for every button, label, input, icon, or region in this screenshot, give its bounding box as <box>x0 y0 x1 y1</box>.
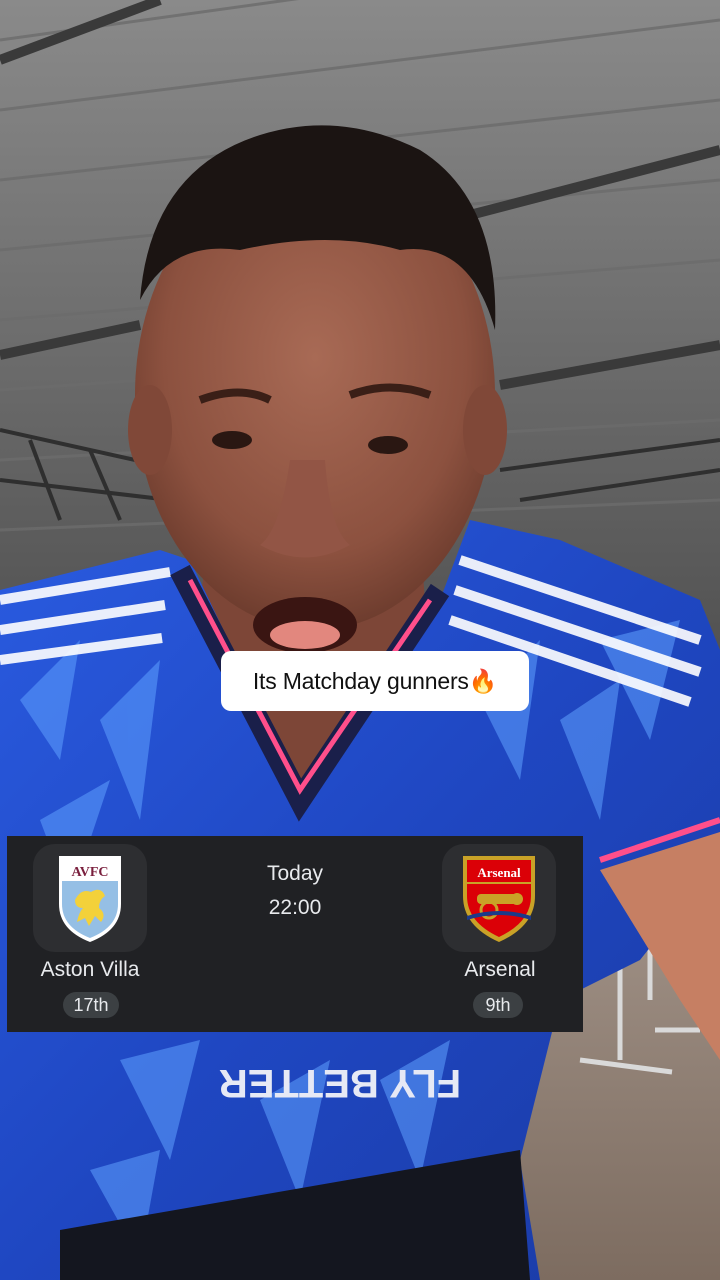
home-team-position: 17th <box>63 992 119 1018</box>
away-crest-container: Arsenal <box>442 844 556 952</box>
match-time: 22:00 <box>268 896 322 919</box>
svg-text:Arsenal: Arsenal <box>477 865 521 880</box>
right-eye <box>368 436 408 454</box>
match-card[interactable]: AVFC Aston Villa 17th Today 22:00 Arsena… <box>7 836 583 1032</box>
left-eye <box>212 431 252 449</box>
away-team-name: Arsenal <box>464 958 536 981</box>
selfie-scene: FLY BETTER <box>0 0 720 1280</box>
arsenal-crest-icon: Arsenal <box>463 856 535 942</box>
background-photo: FLY BETTER <box>0 0 720 1280</box>
jersey-sponsor: FLY BETTER <box>219 1061 461 1105</box>
svg-text:AVFC: AVFC <box>71 865 108 880</box>
away-team-position: 9th <box>473 992 523 1018</box>
left-ear <box>128 385 172 475</box>
caption-sticker: Its Matchday gunners🔥 <box>221 651 529 711</box>
right-ear <box>463 385 507 475</box>
home-team-name: Aston Villa <box>40 958 140 981</box>
caption-text: Its Matchday gunners🔥 <box>252 667 498 694</box>
aston-villa-crest-icon: AVFC <box>59 856 121 942</box>
tongue <box>270 621 340 649</box>
home-crest-container: AVFC <box>33 844 147 952</box>
match-day: Today <box>266 862 324 885</box>
